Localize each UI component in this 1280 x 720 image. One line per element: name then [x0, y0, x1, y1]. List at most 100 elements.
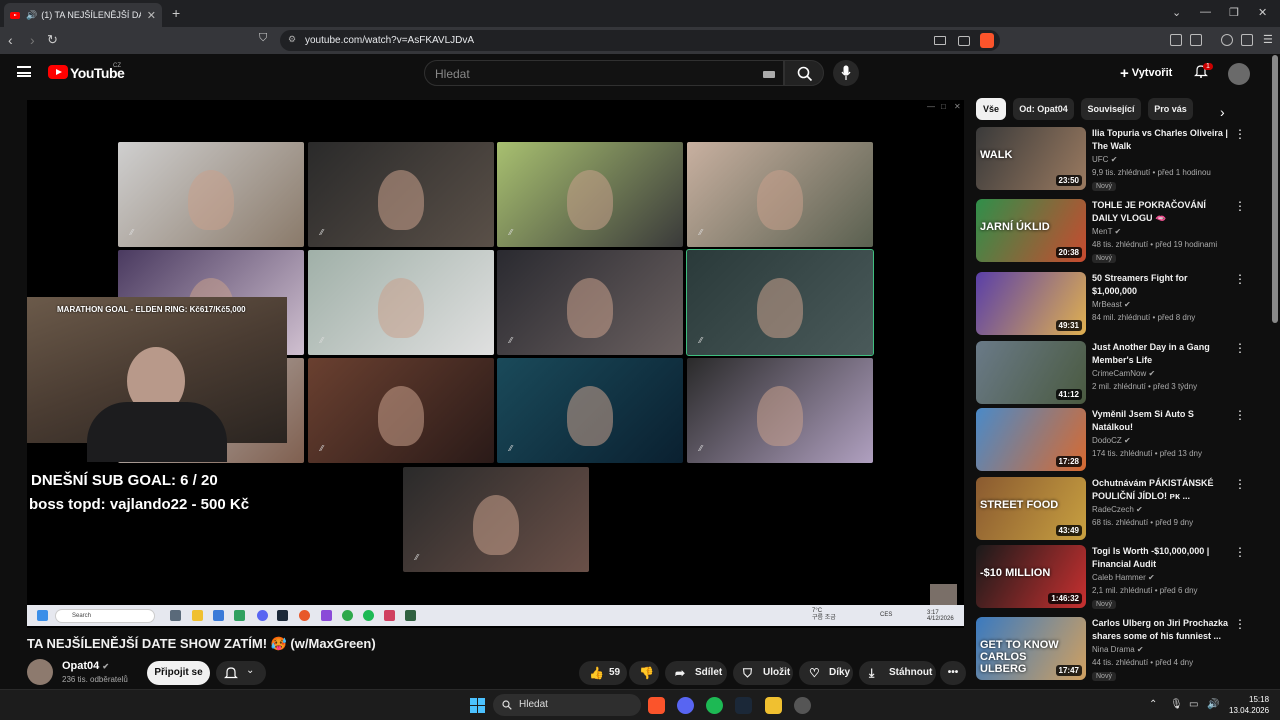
recommendation-title[interactable]: Togi Is Worth -$10,000,000 | Financial A… — [1092, 545, 1232, 571]
channel-avatar[interactable] — [27, 659, 53, 685]
tray-mic-icon[interactable]: 🎙 — [1170, 699, 1183, 710]
menu-icon[interactable]: ☰ — [1263, 33, 1273, 46]
voice-search-button[interactable] — [833, 60, 859, 86]
recommendation-channel[interactable]: CrimeCamNow ✔ — [1092, 369, 1155, 378]
recommendation-item[interactable]: 49:31 50 Streamers Fight for $1,000,000 Mr… — [976, 272, 1266, 336]
recommendation-channel-name[interactable]: MrBeast — [1092, 300, 1122, 309]
os-search-box[interactable]: Hledat — [493, 694, 641, 716]
hamburger-menu-icon[interactable] — [17, 66, 31, 77]
video-thumbnail[interactable]: JARNÍ ÚKLID 20:38 — [976, 199, 1086, 262]
more-options-icon[interactable]: ⋮ — [1234, 618, 1246, 630]
url-bar[interactable]: ⚙ youtube.com/watch?v=AsFKAVLJDvA — [280, 30, 1000, 51]
video-thumbnail[interactable]: GET TO KNOW CARLOS ULBERG 17:47 — [976, 617, 1086, 680]
more-options-icon[interactable]: ⋮ — [1234, 546, 1246, 558]
recommendation-title[interactable]: Vyměnil Jsem Si Auto S Natálkou! — [1092, 408, 1232, 434]
keyboard-icon[interactable] — [763, 71, 775, 78]
site-info-icon[interactable]: ⚙ — [288, 34, 296, 45]
speaker-icon[interactable]: 🔊 — [26, 10, 37, 21]
video-thumbnail[interactable]: -$10 MILLION 1:46:32 — [976, 545, 1086, 608]
recommendation-item[interactable]: STREET FOOD 43:49 Ochutnávám PÁKISTÁNSKÉ P… — [976, 477, 1266, 541]
more-options-icon[interactable]: ⋮ — [1234, 409, 1246, 421]
chip-related[interactable]: Související — [1081, 98, 1141, 120]
chip-all[interactable]: Vše — [976, 98, 1006, 120]
more-options-icon[interactable]: ⋮ — [1234, 478, 1246, 490]
video-thumbnail[interactable]: STREET FOOD 43:49 — [976, 477, 1086, 540]
recommendation-channel[interactable]: MrBeast ✔ — [1092, 300, 1131, 309]
recommendation-item[interactable]: -$10 MILLION 1:46:32 Togi Is Worth -$10,00… — [976, 545, 1266, 609]
minimize-button[interactable]: — — [1200, 6, 1211, 18]
search-button[interactable] — [784, 60, 824, 86]
discord-app-icon[interactable] — [677, 697, 694, 714]
restore-button[interactable]: ❐ — [1229, 6, 1239, 19]
recommendation-channel-name[interactable]: RadeCzech — [1092, 505, 1134, 514]
recommendation-channel[interactable]: Nina Drama ✔ — [1092, 645, 1144, 654]
tray-network-icon[interactable]: ▭ — [1189, 699, 1198, 710]
youtube-logo-icon[interactable] — [48, 65, 68, 79]
sidebar-icon[interactable] — [1241, 34, 1253, 46]
recommendation-channel[interactable]: MenT ✔ — [1092, 227, 1121, 236]
recommendation-item[interactable]: JARNÍ ÚKLID 20:38 TOHLE JE POKRAČOVÁNÍ DAI… — [976, 199, 1266, 263]
subscription-bell-button[interactable]: ⌄ — [216, 661, 266, 685]
close-tab-icon[interactable]: ✕ — [147, 9, 156, 22]
search-input[interactable]: Hledat — [424, 60, 784, 86]
back-icon[interactable]: ‹ — [8, 32, 13, 48]
create-button[interactable]: + Vytvořit — [1120, 65, 1172, 82]
steam-app-icon[interactable] — [735, 697, 752, 714]
recommendation-channel[interactable]: UFC ✔ — [1092, 155, 1117, 164]
like-button[interactable]: 👍 59 — [579, 661, 627, 685]
forward-icon[interactable]: › — [30, 32, 35, 48]
video-thumbnail[interactable]: WALK 23:50 — [976, 127, 1086, 190]
recommendation-title[interactable]: Ilia Topuria vs Charles Oliveira | The W… — [1092, 127, 1232, 153]
extensions-icon[interactable] — [1170, 34, 1182, 46]
windows-start-button[interactable] — [470, 698, 485, 713]
recommendation-item[interactable]: GET TO KNOW CARLOS ULBERG 17:47 Carlos Ulb… — [976, 617, 1266, 681]
spotify-app-icon[interactable] — [706, 697, 723, 714]
recommendation-channel[interactable]: Caleb Hammer ✔ — [1092, 573, 1155, 582]
video-player[interactable]: ⁄⁄⁄⁄⁄⁄⁄⁄⁄⁄⁄⁄⁄⁄⁄⁄⁄⁄⁄⁄⁄⁄⁄⁄⁄⁄ MARATHON GOAL… — [27, 100, 964, 628]
recommendation-title[interactable]: Just Another Day in a Gang Member's Life — [1092, 341, 1232, 367]
dislike-button[interactable]: 👎 — [629, 661, 659, 685]
cast-icon[interactable] — [934, 36, 946, 45]
more-options-icon[interactable]: ⋮ — [1234, 273, 1246, 285]
download-button[interactable]: ⤓ Stáhnout — [859, 661, 936, 685]
channel-name-text[interactable]: Opat04 — [62, 660, 99, 672]
recommendation-channel-name[interactable]: Caleb Hammer — [1092, 573, 1146, 582]
recommendation-item[interactable]: 41:12 Just Another Day in a Gang Member's… — [976, 341, 1266, 405]
chevron-right-icon[interactable]: › — [1220, 104, 1225, 120]
channel-name[interactable]: Opat04 ✔ — [62, 660, 109, 672]
recommendation-channel-name[interactable]: UFC — [1092, 155, 1108, 164]
recommendation-channel-name[interactable]: MenT — [1092, 227, 1112, 236]
bookmark-icon[interactable]: ⛉ — [259, 32, 267, 45]
recommendation-title[interactable]: Carlos Ulberg on Jiri Prochazka shares s… — [1092, 617, 1232, 643]
more-options-icon[interactable]: ⋮ — [1234, 342, 1246, 354]
page-scrollbar[interactable] — [1272, 55, 1278, 323]
brave-shields-icon[interactable] — [980, 33, 994, 48]
url-text[interactable]: youtube.com/watch?v=AsFKAVLJDvA — [305, 35, 474, 46]
wallet-icon[interactable] — [1190, 34, 1202, 46]
tab-search-icon[interactable]: ⌄ — [1172, 6, 1181, 19]
share-button[interactable]: ➦ Sdílet — [665, 661, 727, 685]
tray-chevron-icon[interactable]: ⌃ — [1149, 699, 1157, 710]
more-options-icon[interactable]: ⋮ — [1234, 200, 1246, 212]
save-button[interactable]: ⛉ Uložit — [733, 661, 793, 685]
chip-from-channel[interactable]: Od: Opat04 — [1013, 98, 1074, 120]
os-clock[interactable]: 15:18 13.04.2026 — [1229, 694, 1269, 716]
recommendation-channel-name[interactable]: Nina Drama — [1092, 645, 1135, 654]
close-window-button[interactable]: ✕ — [1258, 6, 1267, 19]
video-thumbnail[interactable]: 17:28 — [976, 408, 1086, 471]
account-avatar[interactable] — [1228, 63, 1250, 85]
recommendation-channel-name[interactable]: DodoCZ — [1092, 436, 1122, 445]
recommendation-channel[interactable]: RadeCzech ✔ — [1092, 505, 1143, 514]
recommendation-title[interactable]: 50 Streamers Fight for $1,000,000 — [1092, 272, 1232, 298]
settings-app-icon[interactable] — [794, 697, 811, 714]
more-options-icon[interactable]: ⋮ — [1234, 128, 1246, 140]
brave-app-icon[interactable] — [648, 697, 665, 714]
more-actions-button[interactable]: ••• — [940, 661, 966, 685]
reload-icon[interactable]: ↻ — [47, 32, 58, 48]
file-explorer-icon[interactable] — [765, 697, 782, 714]
video-thumbnail[interactable]: 49:31 — [976, 272, 1086, 335]
recommendation-channel-name[interactable]: CrimeCamNow — [1092, 369, 1146, 378]
share-icon[interactable] — [958, 36, 970, 46]
recommendation-title[interactable]: TOHLE JE POKRAČOVÁNÍ DAILY VLOGU 🫦 — [1092, 199, 1232, 225]
media-icon[interactable] — [1221, 34, 1233, 46]
